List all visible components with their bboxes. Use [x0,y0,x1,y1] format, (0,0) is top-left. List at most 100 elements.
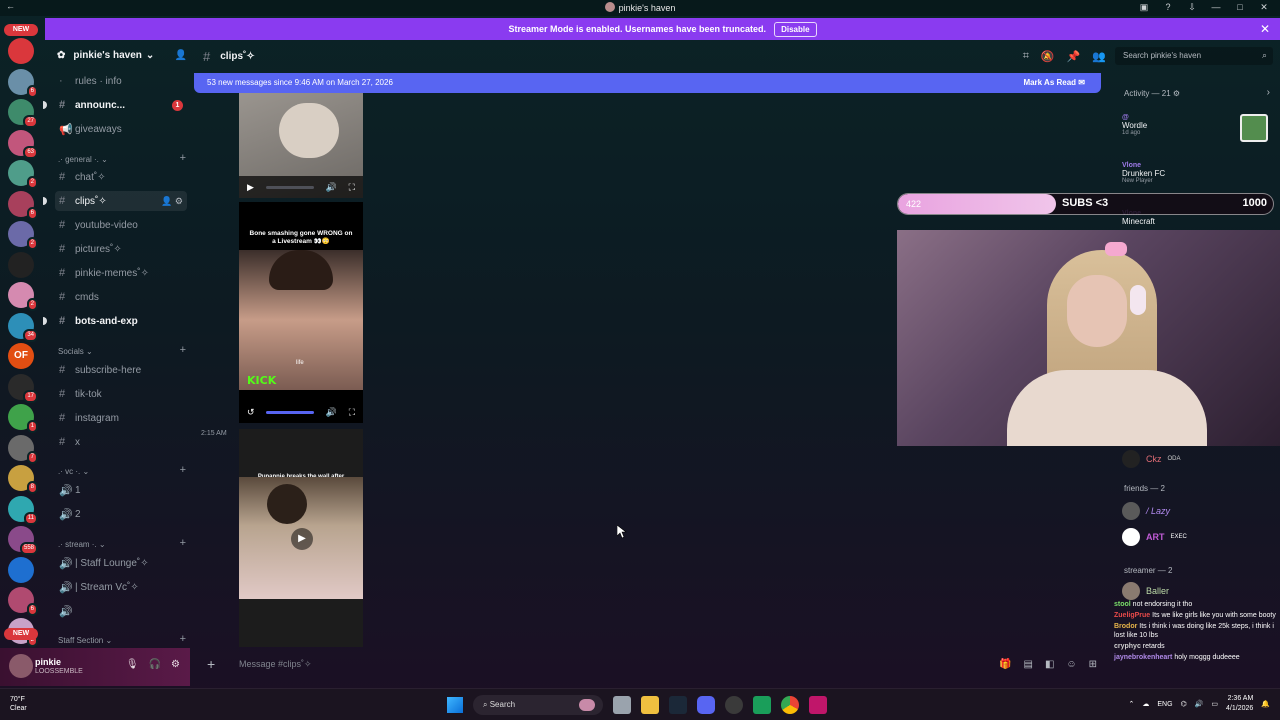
video-attachment[interactable]: ▶ 🔊 ⛶ [239,93,363,198]
channel-item[interactable]: # clips˚✧ 👤 ⚙ [43,191,187,211]
tray-icon[interactable]: ☁ [1142,700,1149,708]
search-input[interactable]: Search pinkie's haven ⌕ [1115,47,1273,65]
app-icon[interactable] [809,696,827,714]
video-attachment[interactable]: Bone smashing gone WRONG on a Livestream… [239,202,363,423]
channel-item[interactable]: · rules · info [55,71,187,91]
close-icon[interactable]: ✕ [1260,22,1270,36]
category-general[interactable]: .· general ·. ⌄ + [58,152,186,164]
channel-item[interactable]: # instagram [55,408,187,428]
chevron-up-icon[interactable]: ⌃ [1129,700,1135,708]
wifi-icon[interactable]: ⌬ [1181,700,1187,708]
taskbar-search[interactable]: ⌕ Search [473,695,603,715]
close-window-button[interactable]: ✕ [1252,1,1276,14]
threads-icon[interactable]: ⌗ [1023,50,1029,63]
fullscreen-icon[interactable]: ⛶ [349,407,355,418]
category-socials[interactable]: Socials ⌄ + [58,344,186,356]
member-list-icon[interactable]: 👥 [1092,50,1106,63]
clock[interactable]: 2:36 AM 4/1/2026 [1226,694,1253,714]
channel-item[interactable]: 🔊 [55,601,187,621]
server-icon[interactable]: 17 [8,373,38,403]
language-indicator[interactable]: ENG [1157,701,1172,708]
server-icon[interactable]: 2 [8,282,38,311]
server-icon[interactable] [8,251,34,278]
video-attachment[interactable]: Punannie breaks the wall after getting a… [239,429,363,647]
channel-item[interactable]: # announc... 1 [43,95,187,115]
category-staff[interactable]: Staff Section ⌄ + [58,633,186,645]
member-item[interactable]: / Lazy [1122,502,1170,520]
category-stream[interactable]: .· stream ·. ⌄ + [58,537,186,549]
replay-icon[interactable]: ↺ [247,407,255,418]
chrome-icon[interactable] [781,696,799,714]
channel-item[interactable]: # subscribe-here [55,360,187,380]
play-icon[interactable]: ▶ [247,182,254,193]
headphones-icon[interactable]: 🎧 [149,659,161,670]
file-explorer-icon[interactable] [641,696,659,714]
fullscreen-icon[interactable]: ⛶ [349,182,355,193]
add-channel-icon[interactable]: + [180,344,186,356]
channel-item[interactable]: # bots-and-exp [43,311,187,331]
volume-icon[interactable]: 🔊 [326,182,337,193]
channel-item[interactable]: # tik-tok [55,384,187,404]
add-channel-icon[interactable]: + [180,633,186,645]
channel-item[interactable]: 🔊 1 [55,480,187,500]
seek-bar[interactable] [266,410,315,414]
emoji-icon[interactable]: ☺ [1066,659,1076,670]
microphone-icon[interactable]: 🎙 [126,659,139,670]
server-icon[interactable]: 6 [8,587,38,616]
channel-item[interactable]: # chat˚✧ [55,167,187,187]
minimize-button[interactable]: — [1204,1,1228,14]
play-icon[interactable]: ▶ [291,528,313,550]
channel-item[interactable]: # pinkie-memes˚✧ [55,263,187,283]
add-channel-icon[interactable]: + [180,537,186,549]
channel-item[interactable]: 🔊 2 [55,504,187,524]
volume-icon[interactable]: 🔊 [326,407,337,418]
add-user-icon[interactable]: 👤 [175,50,187,61]
settings-gear-icon[interactable]: ⚙ [171,659,180,670]
disable-button[interactable]: Disable [774,21,817,37]
server-icon[interactable]: 8 [8,465,38,494]
battery-icon[interactable]: ▭ [1211,700,1218,708]
gif-icon[interactable]: ▤ [1023,659,1032,670]
activity-item[interactable]: Vlone Drunken FC New Player [1122,162,1165,184]
help-icon[interactable]: ? [1156,1,1180,14]
inbox-icon[interactable]: ▣ [1132,1,1156,14]
pin-icon[interactable]: 📌 [1067,50,1081,63]
obs-icon[interactable] [725,696,743,714]
spotify-icon[interactable] [753,696,771,714]
add-attachment-icon[interactable]: + [207,656,215,672]
member-item[interactable]: ART EXEC [1122,528,1187,546]
channel-item[interactable]: # x [55,432,187,452]
server-icon[interactable]: OF [8,343,34,369]
apps-icon[interactable]: ⊞ [1089,659,1097,670]
mute-icon[interactable]: 🔕 [1041,50,1055,63]
category-vc[interactable]: .· vc ·. ⌄ + [58,464,186,476]
server-icon[interactable] [8,556,34,583]
server-icon[interactable]: 2 [8,221,38,250]
weather-widget[interactable]: 70°F Clear [10,695,27,713]
download-icon[interactable]: ⇩ [1180,1,1204,14]
server-icon[interactable]: 6 [8,190,38,220]
server-icon[interactable]: 34 [8,312,38,342]
windows-start-icon[interactable] [447,697,463,713]
task-view-icon[interactable] [613,696,631,714]
add-channel-icon[interactable]: + [180,152,186,164]
server-icon[interactable]: 6 [8,68,38,98]
activity-item[interactable]: @ Wordle 1d ago [1122,114,1147,136]
add-channel-icon[interactable]: + [180,464,186,476]
gift-icon[interactable]: 🎁 [999,659,1011,670]
server-icon[interactable]: 63 [8,129,38,159]
server-icon[interactable]: 558 [8,526,38,555]
seek-bar[interactable] [265,185,314,189]
message-input[interactable]: Message #clips˚✧ [239,659,312,670]
maximize-button[interactable]: □ [1228,1,1252,14]
volume-icon[interactable]: 🔊 [1195,700,1204,708]
server-icon[interactable]: 27 [8,99,38,128]
mark-as-read-button[interactable]: Mark As Read ✉ [1023,78,1085,87]
channel-item[interactable]: 📢 giveaways [55,119,187,139]
sticker-icon[interactable]: ◧ [1045,659,1054,670]
server-icon[interactable]: 11 [8,495,38,525]
steam-icon[interactable] [669,696,687,714]
channel-item[interactable]: # pictures˚✧ [55,239,187,259]
server-icon[interactable]: 1 [8,404,38,433]
chevron-right-icon[interactable]: › [1267,87,1270,98]
